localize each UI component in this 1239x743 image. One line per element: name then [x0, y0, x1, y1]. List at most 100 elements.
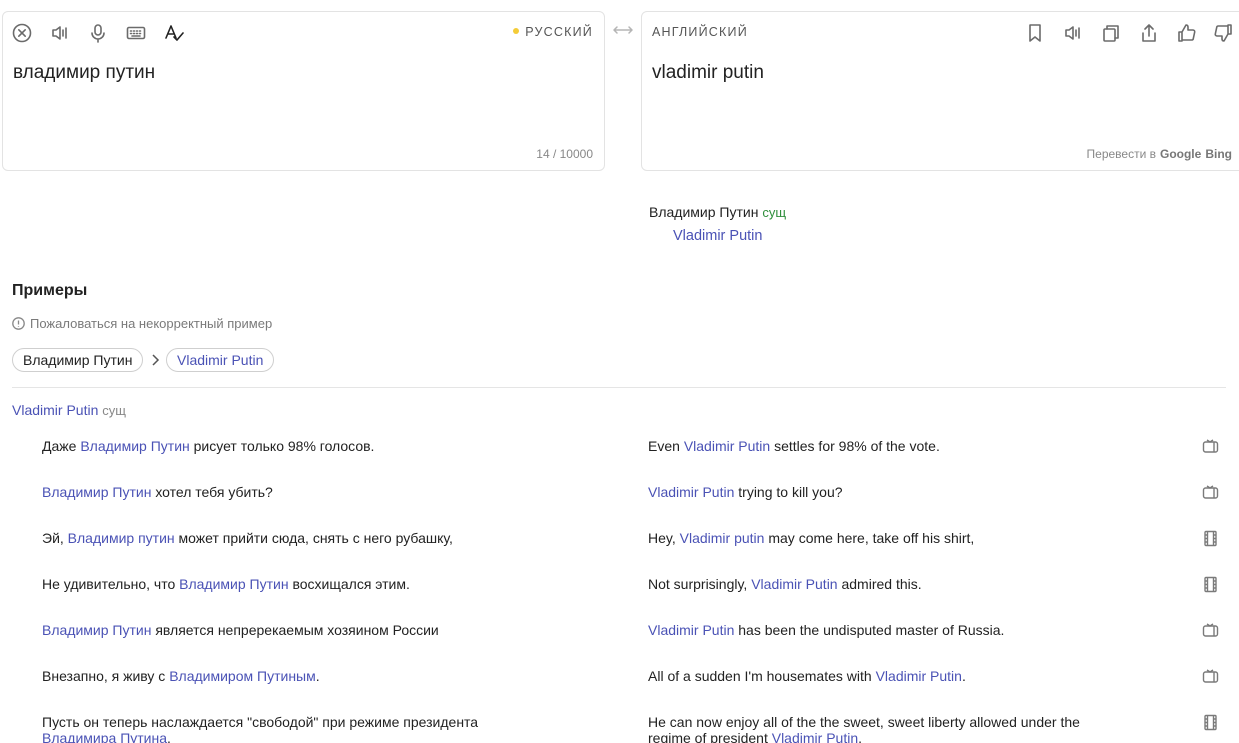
- bookmark-icon[interactable]: [1024, 22, 1046, 44]
- example-text-segment: admired this.: [837, 576, 922, 592]
- speaker-icon[interactable]: [49, 22, 71, 44]
- tv-icon[interactable]: [1202, 484, 1219, 501]
- example-row: Эй, Владимир путин может прийти сюда, сн…: [0, 530, 1239, 576]
- sense-pos: сущ: [102, 403, 126, 418]
- example-text-segment: Not surprisingly,: [648, 576, 752, 592]
- example-text-segment: хотел тебя убить?: [151, 484, 273, 500]
- film-icon[interactable]: [1202, 714, 1219, 731]
- dictionary-headword: Владимир Путин: [649, 204, 759, 220]
- source-phrase-chip[interactable]: Владимир Путин: [12, 348, 144, 372]
- film-icon[interactable]: [1202, 576, 1219, 593]
- example-text-segment: рисует только 98% голосов.: [189, 438, 375, 454]
- example-row: Владимир Путин является непререкаемым хо…: [0, 622, 1239, 668]
- example-text-segment: Не удивительно, что: [42, 576, 180, 592]
- example-row: Не удивительно, что Владимир Путин восхи…: [0, 576, 1239, 622]
- speaker-icon[interactable]: [1062, 22, 1084, 44]
- example-row: Владимир Путин хотел тебя убить? Vladimir…: [0, 484, 1239, 530]
- highlighted-phrase[interactable]: Vladimir putin: [680, 530, 765, 546]
- divider: [12, 387, 1226, 388]
- example-text-segment: может прийти сюда, снять с него рубашку,: [174, 530, 453, 546]
- microphone-icon[interactable]: [87, 22, 109, 44]
- swap-languages-icon[interactable]: [612, 21, 634, 39]
- clear-icon[interactable]: [11, 22, 33, 44]
- example-row: Внезапно, я живу с Владимиром Путиным. Al…: [0, 668, 1239, 714]
- example-text-segment: All of a sudden I'm housemates with: [648, 668, 876, 684]
- tv-icon[interactable]: [1202, 668, 1219, 685]
- language-dot-icon: [513, 28, 520, 34]
- examples-heading: Примеры: [12, 282, 88, 299]
- highlighted-phrase[interactable]: Vladimir Putin: [751, 576, 837, 592]
- thumbs-up-icon[interactable]: [1176, 22, 1198, 44]
- highlighted-phrase[interactable]: Владимир Путин: [179, 576, 288, 592]
- example-text-segment: He can now enjoy all of the the sweet, s…: [648, 714, 1080, 743]
- example-text-segment: является непререкаемым хозяином России: [151, 622, 439, 638]
- example-text-segment: .: [167, 730, 171, 743]
- highlighted-phrase[interactable]: Владимир Путин: [42, 484, 151, 500]
- report-example-label: Пожаловаться на некорректный пример: [30, 316, 273, 331]
- chevron-right-icon: [150, 353, 160, 367]
- highlighted-phrase[interactable]: Vladimir Putin: [772, 730, 858, 743]
- example-text-segment: .: [961, 668, 966, 684]
- film-icon[interactable]: [1202, 530, 1219, 547]
- highlighted-phrase[interactable]: Vladimir Putin: [876, 668, 962, 684]
- example-row: Даже Владимир Путин рисует только 98% го…: [0, 438, 1239, 484]
- example-text-segment: trying to kill you?: [734, 484, 843, 500]
- example-text-segment: .: [858, 730, 862, 743]
- example-text-segment: восхищался этим.: [288, 576, 410, 592]
- source-language-label: РУССКИЙ: [525, 25, 593, 39]
- tv-icon[interactable]: [1202, 622, 1219, 639]
- example-text-segment: Даже: [42, 438, 81, 454]
- part-of-speech: сущ: [762, 205, 787, 220]
- example-text-segment: Внезапно, я живу с: [42, 668, 170, 684]
- source-language-selector[interactable]: РУССКИЙ: [513, 25, 593, 39]
- highlighted-phrase[interactable]: Vladimir Putin: [648, 484, 734, 500]
- translate-via-label: Перевести в: [1086, 147, 1156, 161]
- engine-google-link[interactable]: Google: [1160, 147, 1201, 161]
- dictionary-translation[interactable]: Vladimir Putin: [673, 228, 762, 244]
- example-target-text: All of a sudden I'm housemates with Vlad…: [648, 668, 1088, 684]
- example-text-segment: .: [315, 668, 320, 684]
- example-source-text: Не удивительно, что Владимир Путин восхи…: [42, 576, 512, 592]
- engine-bing-link[interactable]: Bing: [1205, 147, 1232, 161]
- example-target-text: Vladimir Putin trying to kill you?: [648, 484, 1088, 500]
- highlighted-phrase[interactable]: Владимиром Путиным: [169, 668, 316, 684]
- target-text-output: vladimir putin: [652, 62, 764, 83]
- thumbs-down-icon[interactable]: [1212, 22, 1234, 44]
- example-source-text: Владимир Путин хотел тебя убить?: [42, 484, 512, 500]
- sense-title[interactable]: Vladimir Putin сущ: [12, 402, 126, 418]
- highlighted-phrase[interactable]: Владимир путин: [68, 530, 175, 546]
- translate-via: Перевести в Google Bing: [1087, 147, 1232, 161]
- target-phrase-chip[interactable]: Vladimir Putin: [166, 348, 275, 372]
- highlighted-phrase[interactable]: Владимир Путин: [80, 438, 189, 454]
- target-language-selector[interactable]: АНГЛИЙСКИЙ: [652, 25, 748, 39]
- spellcheck-icon[interactable]: [163, 22, 185, 44]
- highlighted-phrase[interactable]: Vladimir Putin: [648, 622, 734, 638]
- char-counter: 14 / 10000: [536, 147, 593, 161]
- highlighted-phrase[interactable]: Владимира Путина: [42, 730, 167, 743]
- source-text-input[interactable]: владимир путин: [13, 62, 155, 84]
- example-target-text: Even Vladimir Putin settles for 98% of t…: [648, 438, 1088, 454]
- report-example-link[interactable]: Пожаловаться на некорректный пример: [12, 316, 272, 331]
- example-source-text: Даже Владимир Путин рисует только 98% го…: [42, 438, 512, 454]
- example-text-segment: Hey,: [648, 530, 680, 546]
- example-row: Пусть он теперь наслаждается "свободой" …: [0, 714, 1239, 743]
- dictionary-entry: Владимир Путин сущ: [649, 204, 786, 220]
- example-text-segment: Even: [648, 438, 684, 454]
- example-target-text: Vladimir Putin has been the undisputed m…: [648, 622, 1088, 638]
- copy-icon[interactable]: [1100, 22, 1122, 44]
- example-text-segment: has been the undisputed master of Russia…: [734, 622, 1005, 638]
- source-panel: РУССКИЙ владимир путин 14 / 10000: [2, 11, 605, 171]
- highlighted-phrase[interactable]: Vladimir Putin: [684, 438, 770, 454]
- example-source-text: Эй, Владимир путин может прийти сюда, сн…: [42, 530, 512, 546]
- target-panel: АНГЛИЙСКИЙ vladimir putin Перевести в Goo…: [641, 11, 1239, 171]
- tv-icon[interactable]: [1202, 438, 1219, 455]
- share-icon[interactable]: [1138, 22, 1160, 44]
- example-text-segment: Эй,: [42, 530, 68, 546]
- example-source-text: Владимир Путин является непререкаемым хо…: [42, 622, 512, 638]
- example-text-segment: may come here, take off his shirt,: [764, 530, 975, 546]
- highlighted-phrase[interactable]: Владимир Путин: [42, 622, 151, 638]
- keyboard-icon[interactable]: [125, 22, 147, 44]
- info-icon: [12, 317, 25, 330]
- example-text-segment: settles for 98% of the vote.: [770, 438, 940, 454]
- example-text-segment: Пусть он теперь наслаждается "свободой" …: [42, 714, 479, 730]
